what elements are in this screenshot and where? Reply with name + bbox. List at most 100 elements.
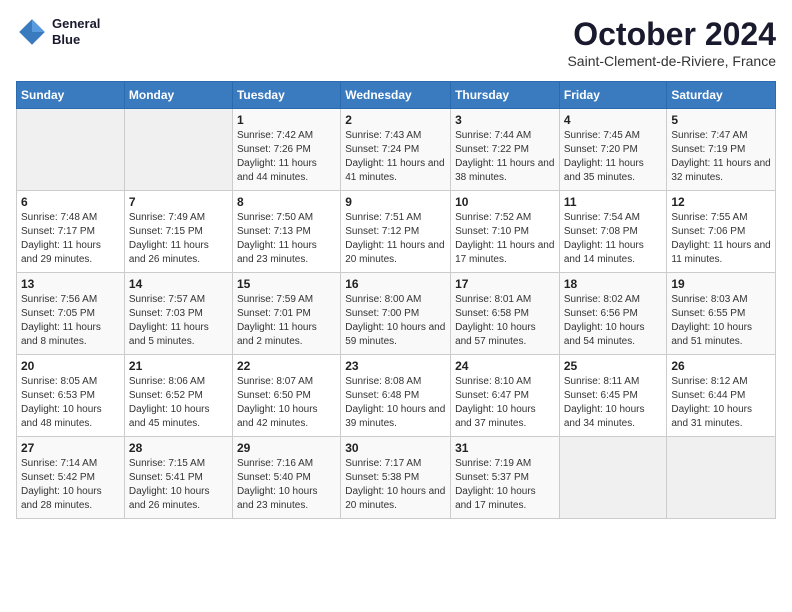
- day-number: 15: [237, 277, 336, 291]
- day-detail: Sunrise: 7:42 AMSunset: 7:26 PMDaylight:…: [237, 129, 336, 185]
- calendar-cell: 25 Sunrise: 8:11 AMSunset: 6:45 PMDayligh…: [559, 355, 667, 437]
- day-detail: Sunrise: 7:16 AMSunset: 5:40 PMDaylight:…: [237, 457, 336, 513]
- day-detail: Sunrise: 7:49 AMSunset: 7:15 PMDaylight:…: [129, 211, 228, 267]
- day-number: 27: [21, 441, 120, 455]
- day-number: 28: [129, 441, 228, 455]
- day-detail: Sunrise: 7:56 AMSunset: 7:05 PMDaylight:…: [21, 293, 120, 349]
- day-detail: Sunrise: 7:48 AMSunset: 7:17 PMDaylight:…: [21, 211, 120, 267]
- calendar-table: SundayMondayTuesdayWednesdayThursdayFrid…: [16, 81, 776, 519]
- calendar-cell: [559, 437, 667, 519]
- day-detail: Sunrise: 7:17 AMSunset: 5:38 PMDaylight:…: [345, 457, 446, 513]
- weekday-header-cell: Friday: [559, 82, 667, 109]
- calendar-cell: 17 Sunrise: 8:01 AMSunset: 6:58 PMDayligh…: [451, 273, 560, 355]
- day-detail: Sunrise: 8:01 AMSunset: 6:58 PMDaylight:…: [455, 293, 555, 349]
- day-number: 13: [21, 277, 120, 291]
- day-number: 16: [345, 277, 446, 291]
- day-detail: Sunrise: 7:14 AMSunset: 5:42 PMDaylight:…: [21, 457, 120, 513]
- calendar-week-row: 1 Sunrise: 7:42 AMSunset: 7:26 PMDaylight…: [17, 109, 776, 191]
- day-detail: Sunrise: 8:10 AMSunset: 6:47 PMDaylight:…: [455, 375, 555, 431]
- location: Saint-Clement-de-Riviere, France: [567, 53, 776, 69]
- day-detail: Sunrise: 7:45 AMSunset: 7:20 PMDaylight:…: [564, 129, 663, 185]
- page-header: General Blue October 2024 Saint-Clement-…: [16, 16, 776, 69]
- day-number: 7: [129, 195, 228, 209]
- day-number: 1: [237, 113, 336, 127]
- day-number: 6: [21, 195, 120, 209]
- calendar-cell: 29Sunrise: 7:16 AMSunset: 5:40 PMDayligh…: [232, 437, 340, 519]
- day-number: 26: [671, 359, 771, 373]
- day-number: 10: [455, 195, 555, 209]
- calendar-cell: [124, 109, 232, 191]
- calendar-week-row: 6 Sunrise: 7:48 AMSunset: 7:17 PMDaylight…: [17, 191, 776, 273]
- day-detail: Sunrise: 7:19 AMSunset: 5:37 PMDaylight:…: [455, 457, 555, 513]
- day-detail: Sunrise: 7:44 AMSunset: 7:22 PMDaylight:…: [455, 129, 555, 185]
- day-detail: Sunrise: 7:43 AMSunset: 7:24 PMDaylight:…: [345, 129, 446, 185]
- day-detail: Sunrise: 8:00 AMSunset: 7:00 PMDaylight:…: [345, 293, 446, 349]
- day-number: 19: [671, 277, 771, 291]
- day-detail: Sunrise: 8:08 AMSunset: 6:48 PMDaylight:…: [345, 375, 446, 431]
- day-number: 11: [564, 195, 663, 209]
- day-detail: Sunrise: 7:54 AMSunset: 7:08 PMDaylight:…: [564, 211, 663, 267]
- day-number: 18: [564, 277, 663, 291]
- calendar-cell: 27 Sunrise: 7:14 AMSunset: 5:42 PMDayligh…: [17, 437, 125, 519]
- calendar-cell: 30 Sunrise: 7:17 AMSunset: 5:38 PMDayligh…: [341, 437, 451, 519]
- calendar-cell: 14 Sunrise: 7:57 AMSunset: 7:03 PMDayligh…: [124, 273, 232, 355]
- day-number: 23: [345, 359, 446, 373]
- calendar-cell: 23 Sunrise: 8:08 AMSunset: 6:48 PMDayligh…: [341, 355, 451, 437]
- calendar-cell: 21Sunrise: 8:06 AMSunset: 6:52 PMDayligh…: [124, 355, 232, 437]
- day-number: 2: [345, 113, 446, 127]
- weekday-header-cell: Wednesday: [341, 82, 451, 109]
- weekday-header-cell: Monday: [124, 82, 232, 109]
- logo: General Blue: [16, 16, 100, 48]
- day-number: 31: [455, 441, 555, 455]
- day-detail: Sunrise: 7:50 AMSunset: 7:13 PMDaylight:…: [237, 211, 336, 267]
- day-number: 20: [21, 359, 120, 373]
- day-number: 14: [129, 277, 228, 291]
- day-detail: Sunrise: 7:15 AMSunset: 5:41 PMDaylight:…: [129, 457, 228, 513]
- calendar-cell: 1 Sunrise: 7:42 AMSunset: 7:26 PMDaylight…: [232, 109, 340, 191]
- logo-icon: [16, 16, 48, 48]
- day-number: 25: [564, 359, 663, 373]
- calendar-week-row: 27 Sunrise: 7:14 AMSunset: 5:42 PMDayligh…: [17, 437, 776, 519]
- calendar-cell: 2 Sunrise: 7:43 AMSunset: 7:24 PMDaylight…: [341, 109, 451, 191]
- weekday-header-cell: Thursday: [451, 82, 560, 109]
- day-detail: Sunrise: 7:59 AMSunset: 7:01 PMDaylight:…: [237, 293, 336, 349]
- calendar-cell: 18 Sunrise: 8:02 AMSunset: 6:56 PMDayligh…: [559, 273, 667, 355]
- calendar-cell: 4Sunrise: 7:45 AMSunset: 7:20 PMDaylight…: [559, 109, 667, 191]
- calendar-cell: 31 Sunrise: 7:19 AMSunset: 5:37 PMDayligh…: [451, 437, 560, 519]
- weekday-header-row: SundayMondayTuesdayWednesdayThursdayFrid…: [17, 82, 776, 109]
- day-number: 30: [345, 441, 446, 455]
- calendar-cell: 3Sunrise: 7:44 AMSunset: 7:22 PMDaylight…: [451, 109, 560, 191]
- calendar-cell: 26 Sunrise: 8:12 AMSunset: 6:44 PMDayligh…: [667, 355, 776, 437]
- day-detail: Sunrise: 8:02 AMSunset: 6:56 PMDaylight:…: [564, 293, 663, 349]
- day-number: 17: [455, 277, 555, 291]
- day-detail: Sunrise: 8:11 AMSunset: 6:45 PMDaylight:…: [564, 375, 663, 431]
- calendar-cell: 15 Sunrise: 7:59 AMSunset: 7:01 PMDayligh…: [232, 273, 340, 355]
- day-detail: Sunrise: 7:51 AMSunset: 7:12 PMDaylight:…: [345, 211, 446, 267]
- calendar-cell: [17, 109, 125, 191]
- calendar-week-row: 20Sunrise: 8:05 AMSunset: 6:53 PMDayligh…: [17, 355, 776, 437]
- calendar-cell: [667, 437, 776, 519]
- day-number: 24: [455, 359, 555, 373]
- month-title: October 2024: [567, 16, 776, 53]
- calendar-cell: 8 Sunrise: 7:50 AMSunset: 7:13 PMDaylight…: [232, 191, 340, 273]
- day-number: 21: [129, 359, 228, 373]
- day-detail: Sunrise: 7:57 AMSunset: 7:03 PMDaylight:…: [129, 293, 228, 349]
- day-number: 9: [345, 195, 446, 209]
- day-number: 5: [671, 113, 771, 127]
- calendar-cell: 6 Sunrise: 7:48 AMSunset: 7:17 PMDaylight…: [17, 191, 125, 273]
- calendar-cell: 24 Sunrise: 8:10 AMSunset: 6:47 PMDayligh…: [451, 355, 560, 437]
- day-detail: Sunrise: 8:07 AMSunset: 6:50 PMDaylight:…: [237, 375, 336, 431]
- weekday-header-cell: Tuesday: [232, 82, 340, 109]
- day-number: 8: [237, 195, 336, 209]
- title-block: October 2024 Saint-Clement-de-Riviere, F…: [567, 16, 776, 69]
- calendar-cell: 9 Sunrise: 7:51 AMSunset: 7:12 PMDaylight…: [341, 191, 451, 273]
- calendar-cell: 12Sunrise: 7:55 AMSunset: 7:06 PMDayligh…: [667, 191, 776, 273]
- day-detail: Sunrise: 7:47 AMSunset: 7:19 PMDaylight:…: [671, 129, 771, 185]
- calendar-cell: 28 Sunrise: 7:15 AMSunset: 5:41 PMDayligh…: [124, 437, 232, 519]
- calendar-cell: 16 Sunrise: 8:00 AMSunset: 7:00 PMDayligh…: [341, 273, 451, 355]
- day-detail: Sunrise: 7:52 AMSunset: 7:10 PMDaylight:…: [455, 211, 555, 267]
- day-number: 22: [237, 359, 336, 373]
- day-detail: Sunrise: 8:12 AMSunset: 6:44 PMDaylight:…: [671, 375, 771, 431]
- logo-text: General Blue: [52, 16, 100, 47]
- calendar-cell: 11 Sunrise: 7:54 AMSunset: 7:08 PMDayligh…: [559, 191, 667, 273]
